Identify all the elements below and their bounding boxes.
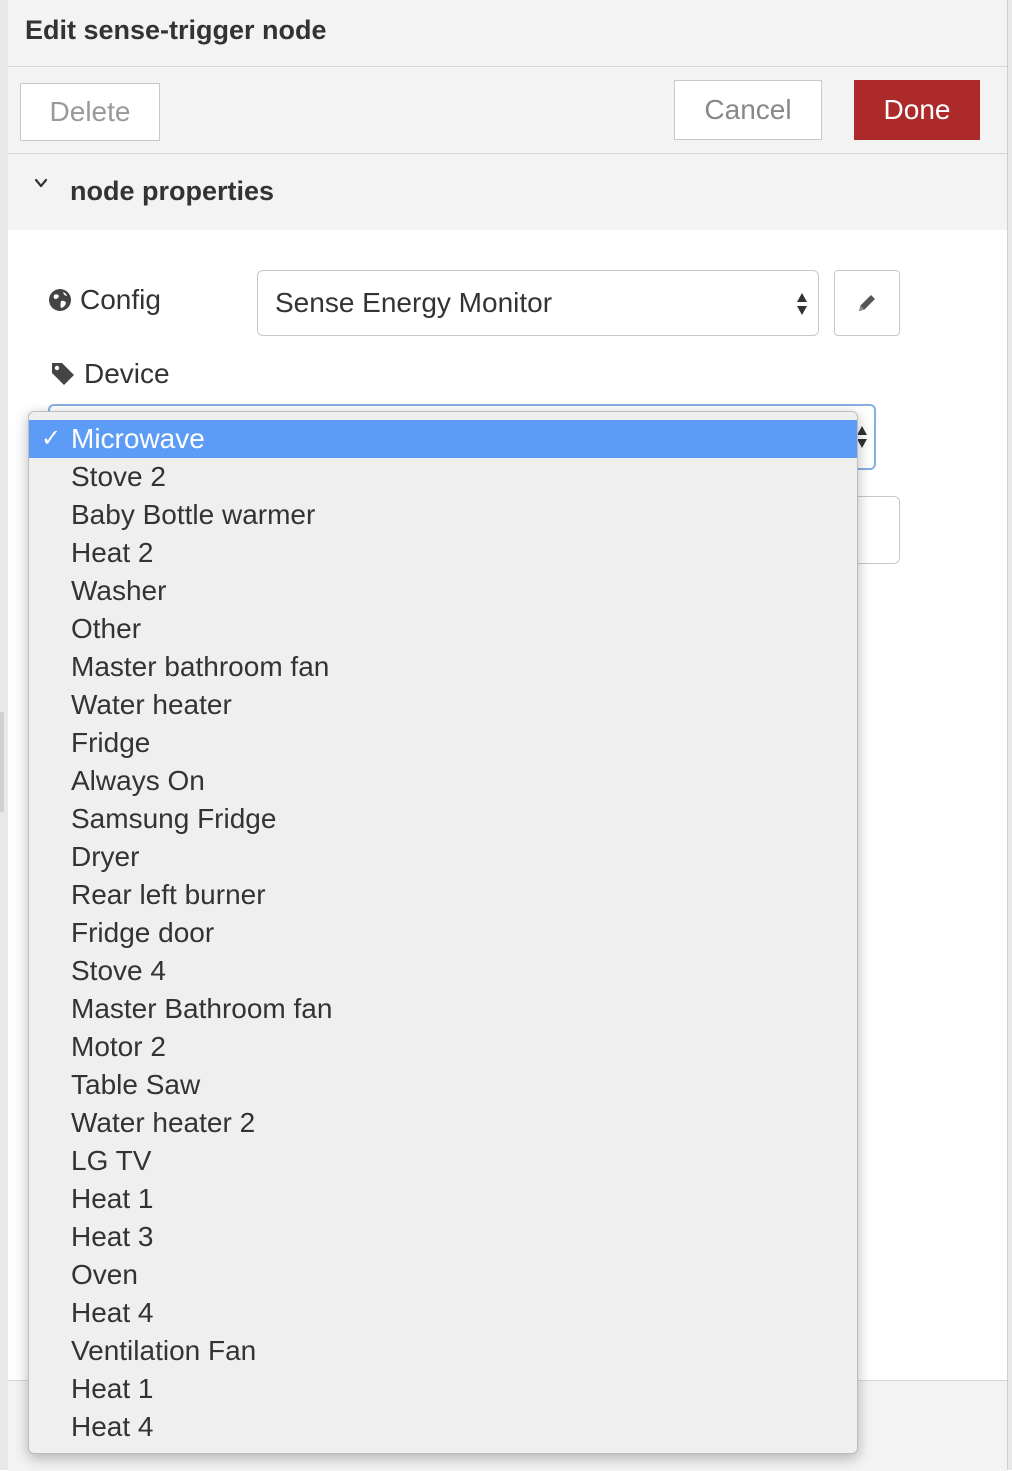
device-option[interactable]: Samsung Fridge <box>29 800 857 838</box>
device-option[interactable]: Dryer <box>29 838 857 876</box>
device-option[interactable]: Stove 4 <box>29 952 857 990</box>
device-option-label: Rear left burner <box>71 879 266 910</box>
resize-handle[interactable] <box>0 712 4 812</box>
device-option[interactable]: Baby Bottle warmer <box>29 496 857 534</box>
device-option[interactable]: Heat 1 <box>29 1370 857 1408</box>
device-option[interactable]: Fridge door <box>29 914 857 952</box>
tray-right-edge <box>1007 0 1012 1470</box>
device-option-label: Other <box>71 613 142 644</box>
device-option-label: Master Bathroom fan <box>71 993 333 1024</box>
device-option-label: Heat 4 <box>71 1411 154 1442</box>
device-option-label: Oven <box>71 1259 138 1290</box>
device-option-label: Heat 2 <box>71 537 154 568</box>
device-option-label: Heat 4 <box>71 1297 154 1328</box>
device-option-label: Table Saw <box>71 1069 201 1100</box>
config-select[interactable]: Sense Energy Monitor <box>257 270 819 336</box>
device-option-label: Water heater 2 <box>71 1107 256 1138</box>
device-option-label: Stove 2 <box>71 461 166 492</box>
device-option-label: Always On <box>71 765 205 796</box>
device-option[interactable]: Water heater 2 <box>29 1104 857 1142</box>
device-option[interactable]: Heat 1 <box>29 1180 857 1218</box>
node-properties-header[interactable]: node properties <box>8 154 1007 230</box>
device-option[interactable]: Rear left burner <box>29 876 857 914</box>
device-row-label: Device <box>50 358 170 390</box>
device-option[interactable]: Washer <box>29 572 857 610</box>
up-down-arrows-icon <box>797 293 807 315</box>
tray-header: Edit sense-trigger node <box>8 0 1007 67</box>
device-dropdown-list[interactable]: ✓ Microwave Stove 2 Baby Bottle warmer Heat … <box>28 411 858 1454</box>
device-option-label: Stove 4 <box>71 955 166 986</box>
section-title: node properties <box>70 176 275 206</box>
device-option[interactable]: Master bathroom fan <box>29 648 857 686</box>
device-option[interactable]: Master Bathroom fan <box>29 990 857 1028</box>
device-option-label: Ventilation Fan <box>71 1335 257 1366</box>
device-option[interactable]: Motor 2 <box>29 1028 857 1066</box>
edit-config-button[interactable] <box>834 270 900 336</box>
device-option-label: Motor 2 <box>71 1031 166 1062</box>
device-option-label: Heat 1 <box>71 1183 154 1214</box>
done-button[interactable]: Done <box>854 80 980 140</box>
config-label: Config <box>80 284 161 315</box>
cancel-button[interactable]: Cancel <box>674 80 822 140</box>
pencil-icon <box>859 295 875 311</box>
device-option-label: Heat 3 <box>71 1221 154 1252</box>
tag-icon <box>52 363 74 385</box>
tray-title: Edit sense-trigger node <box>25 15 327 45</box>
device-option-label: Microwave <box>71 423 205 454</box>
device-option[interactable]: Heat 3 <box>29 1218 857 1256</box>
device-option-label: Baby Bottle warmer <box>71 499 316 530</box>
device-option-label: LG TV <box>71 1145 152 1176</box>
device-option-label: Dryer <box>71 841 140 872</box>
device-option-label: Master bathroom fan <box>71 651 330 682</box>
device-option-label: Samsung Fridge <box>71 803 277 834</box>
device-option-label: Fridge <box>71 727 151 758</box>
device-option-label: Fridge door <box>71 917 215 948</box>
config-select-value: Sense Energy Monitor <box>275 287 553 318</box>
device-option-label: Washer <box>71 575 167 606</box>
device-option[interactable]: Heat 2 <box>29 534 857 572</box>
delete-button[interactable]: Delete <box>20 83 160 141</box>
device-option[interactable]: Table Saw <box>29 1066 857 1104</box>
device-option[interactable]: Stove 2 <box>29 458 857 496</box>
config-row-label: Config <box>48 284 161 316</box>
device-option-label: Water heater <box>71 689 232 720</box>
device-option[interactable]: Heat 4 <box>29 1294 857 1332</box>
device-option[interactable]: Always On <box>29 762 857 800</box>
device-option[interactable]: ✓ Microwave <box>29 420 857 458</box>
device-option[interactable]: Fridge <box>29 724 857 762</box>
globe-icon <box>49 289 71 311</box>
device-option[interactable]: Water heater <box>29 686 857 724</box>
checkmark-icon: ✓ <box>40 425 62 452</box>
device-option-label: Heat 1 <box>71 1373 154 1404</box>
device-label: Device <box>84 358 170 389</box>
device-option[interactable]: LG TV <box>29 1142 857 1180</box>
tray-toolbar: Delete Cancel Done <box>8 67 1007 154</box>
device-option[interactable]: Heat 4 <box>29 1408 857 1446</box>
chevron-down-icon <box>34 178 48 188</box>
device-option[interactable]: Other <box>29 610 857 648</box>
device-option[interactable]: Ventilation Fan <box>29 1332 857 1370</box>
device-option[interactable]: Oven <box>29 1256 857 1294</box>
